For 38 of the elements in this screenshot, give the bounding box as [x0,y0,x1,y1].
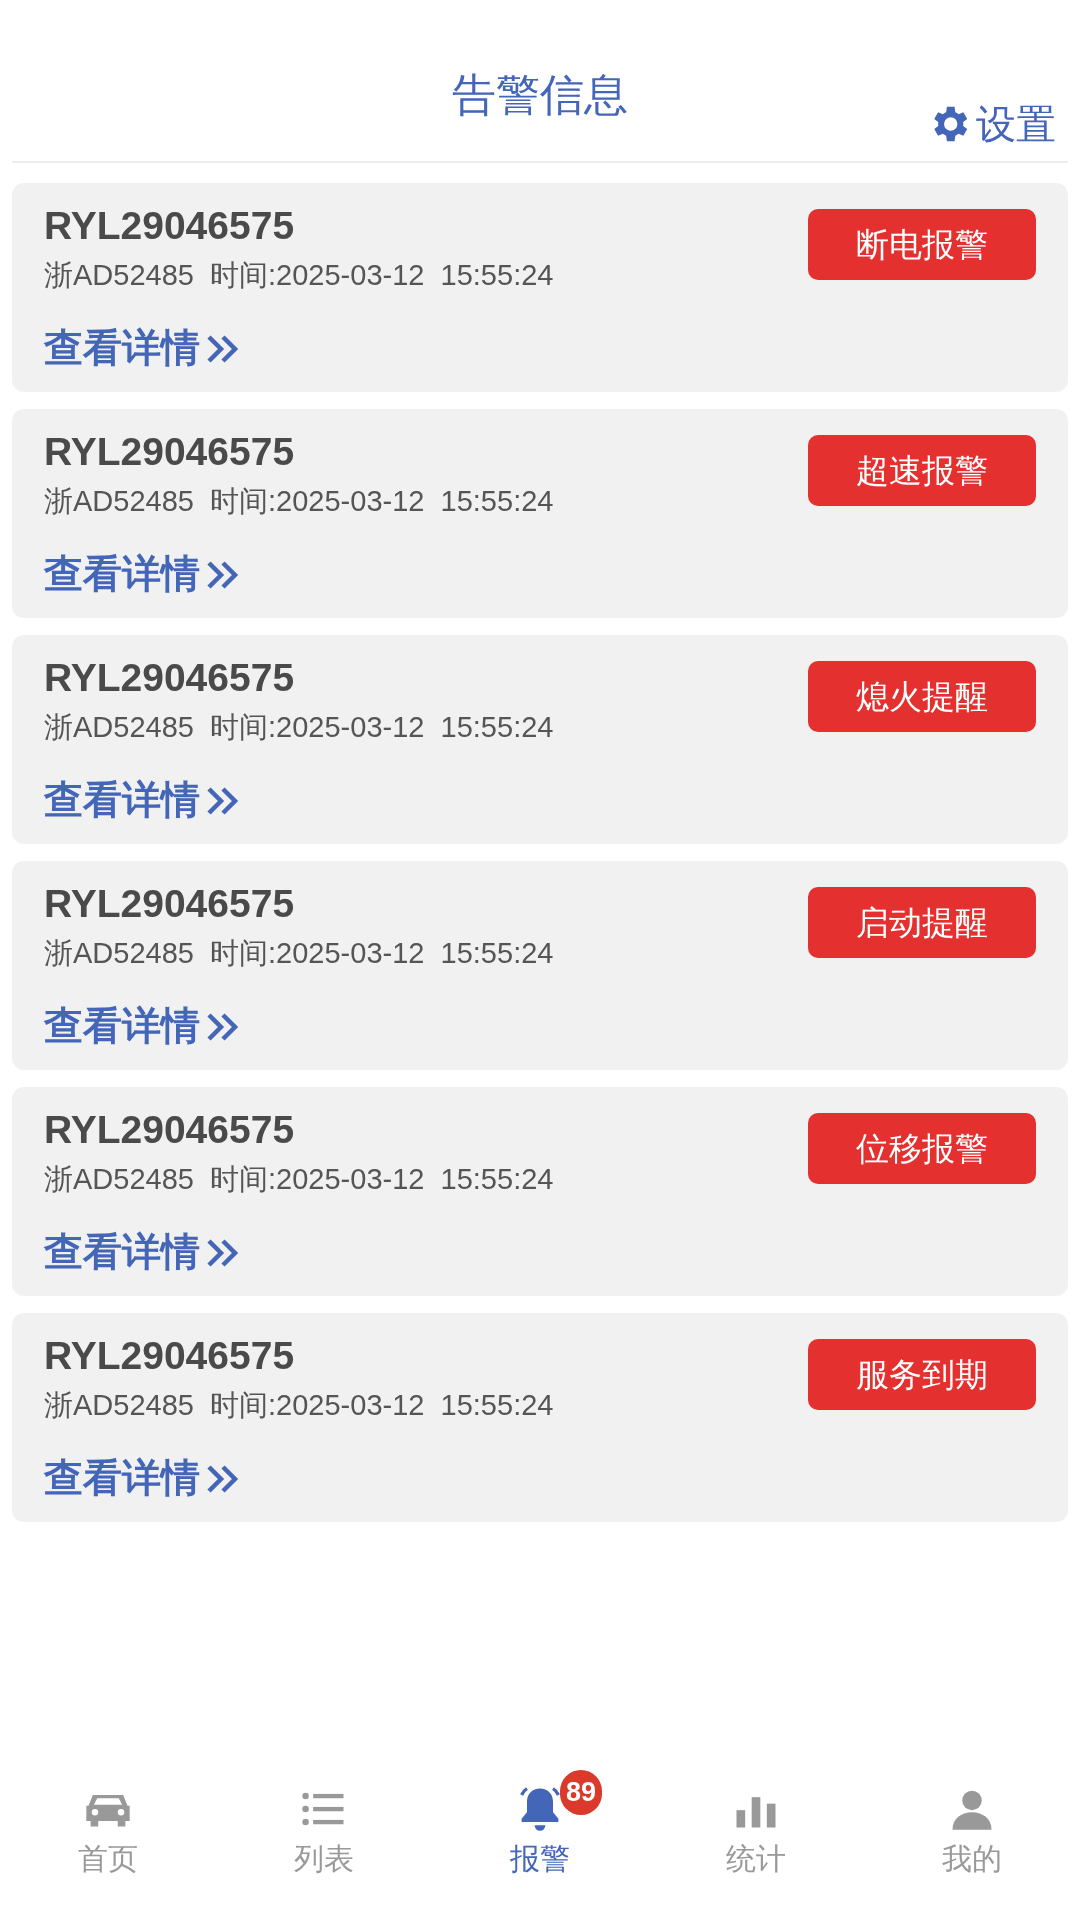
alert-type-label: 断电报警 [808,209,1036,280]
double-chevron-icon [206,559,240,590]
device-id: RYL29046575 [44,1109,295,1152]
alert-type-label: 熄火提醒 [808,661,1036,732]
tab[interactable]: 报警 89 [432,1768,648,1898]
plate-and-time: 浙AD52485 时间:2025-03-12 15:55:24 [44,483,554,519]
device-id: RYL29046575 [44,883,295,926]
device-id: RYL29046575 [44,205,295,248]
double-chevron-icon [206,785,240,816]
device-id: RYL29046575 [44,1335,295,1378]
details-link[interactable]: 查看详情 [44,1223,240,1282]
device-id: RYL29046575 [44,657,295,700]
double-chevron-icon [206,1237,240,1268]
alert-type-label: 启动提醒 [808,887,1036,958]
tab[interactable]: 首页 [0,1768,216,1898]
device-id: RYL29046575 [44,431,295,474]
double-chevron-icon [206,1011,240,1042]
details-link[interactable]: 查看详情 [44,1449,240,1508]
alert-type-label: 超速报警 [808,435,1036,506]
settings-button[interactable]: 设置 [926,94,1056,154]
tab[interactable]: 列表 [216,1768,432,1898]
details-link[interactable]: 查看详情 [44,319,240,378]
double-chevron-icon [206,333,240,364]
details-link[interactable]: 查看详情 [44,771,240,830]
plate-and-time: 浙AD52485 时间:2025-03-12 15:55:24 [44,1161,554,1197]
plate-and-time: 浙AD52485 时间:2025-03-12 15:55:24 [44,709,554,745]
alert-type-label: 服务到期 [808,1339,1036,1410]
page-title: 告警信息 [452,69,628,121]
count-badge: 89 [560,1770,603,1815]
tab[interactable]: 我的 [864,1768,1080,1898]
plate-and-time: 浙AD52485 时间:2025-03-12 15:55:24 [44,935,554,971]
tab[interactable]: 统计 [648,1768,864,1898]
plate-and-time: 浙AD52485 时间:2025-03-12 15:55:24 [44,257,554,293]
double-chevron-icon [206,1463,240,1494]
alert-type-label: 位移报警 [808,1113,1036,1184]
plate-and-time: 浙AD52485 时间:2025-03-12 15:55:24 [44,1387,554,1423]
details-link[interactable]: 查看详情 [44,545,240,604]
details-link[interactable]: 查看详情 [44,997,240,1056]
